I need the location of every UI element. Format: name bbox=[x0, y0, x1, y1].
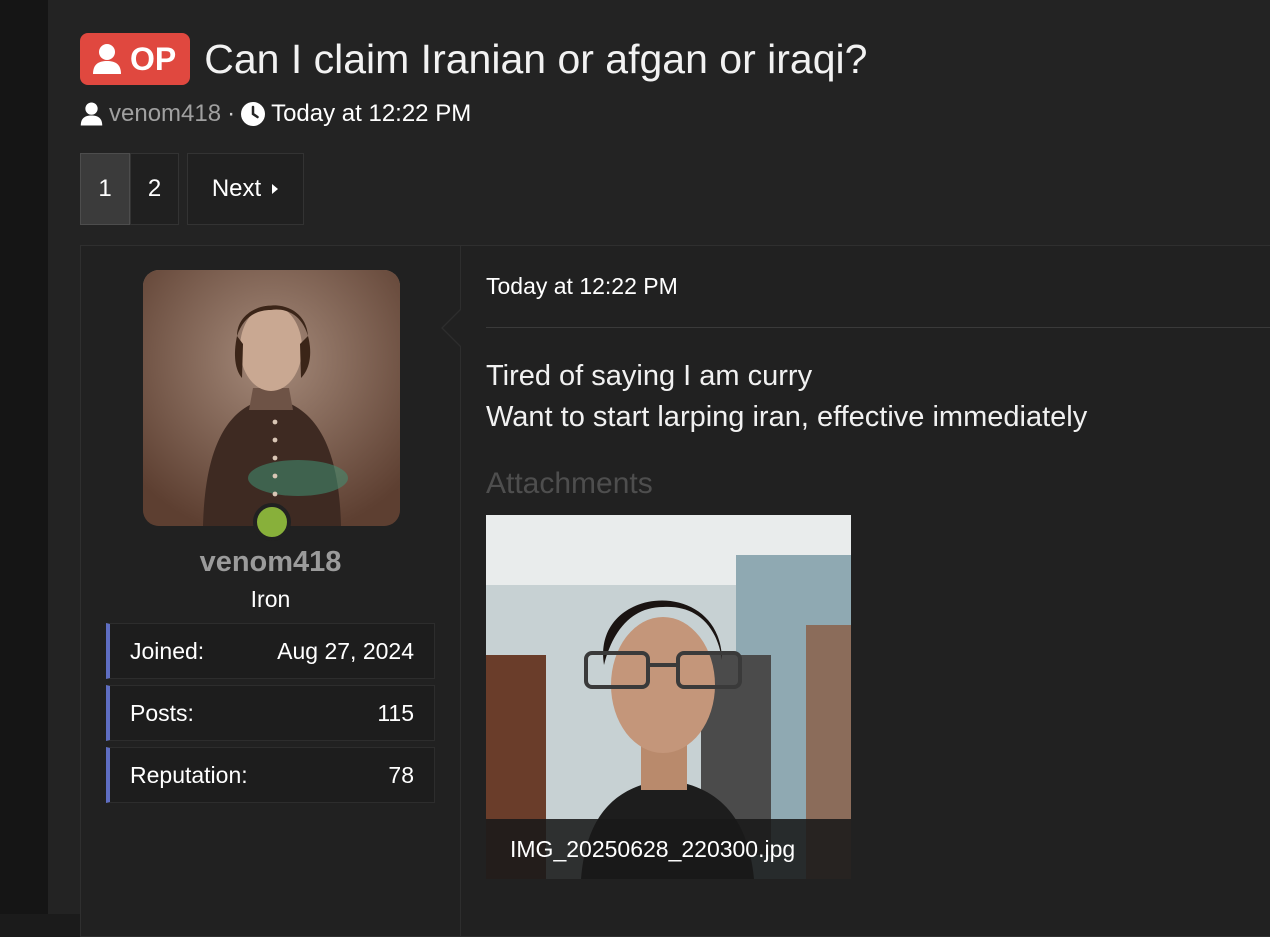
post-divider bbox=[486, 327, 1270, 328]
attachment-thumbnail[interactable]: IMG_20250628_220300.jpg bbox=[486, 515, 851, 879]
post-message: Today at 12:22 PM Tired of saying I am c… bbox=[441, 246, 1270, 936]
stat-value: 78 bbox=[388, 761, 414, 788]
pagination: 1 2 Next bbox=[80, 153, 304, 225]
attachment-filename: IMG_20250628_220300.jpg bbox=[486, 819, 851, 879]
thread-meta: venom418 · Today at 12:22 PM bbox=[80, 98, 471, 130]
avatar[interactable] bbox=[143, 270, 400, 526]
post: venom418 Iron Joined: Aug 27, 2024 Posts… bbox=[80, 245, 1270, 937]
user-rank: Iron bbox=[250, 586, 291, 612]
post-body-line: Tired of saying I am curry bbox=[486, 360, 813, 392]
stat-value: Aug 27, 2024 bbox=[277, 637, 414, 664]
stat-label: Posts: bbox=[130, 699, 194, 726]
attachments-heading: Attachments bbox=[486, 467, 653, 500]
stat-value[interactable]: 115 bbox=[377, 700, 414, 727]
avatar-image bbox=[143, 270, 400, 526]
thread-content: OP Can I claim Iranian or afgan or iraqi… bbox=[48, 0, 1270, 937]
meta-separator: · bbox=[227, 100, 236, 127]
stat-posts: Posts: 115 bbox=[106, 685, 435, 741]
stat-label: Joined: bbox=[130, 637, 205, 664]
thread-header: OP Can I claim Iranian or afgan or iraqi… bbox=[80, 33, 867, 85]
next-page-label: Next bbox=[211, 175, 262, 202]
post-user-info: venom418 Iron Joined: Aug 27, 2024 Posts… bbox=[81, 246, 461, 936]
message-arrow-inner bbox=[443, 310, 461, 346]
left-sidebar-strip bbox=[0, 0, 48, 914]
online-status-indicator bbox=[253, 503, 291, 541]
stat-reputation: Reputation: 78 bbox=[106, 747, 435, 803]
user-icon bbox=[80, 102, 103, 126]
op-badge-label: OP bbox=[130, 40, 177, 77]
caret-right-icon bbox=[272, 184, 279, 194]
stat-joined: Joined: Aug 27, 2024 bbox=[106, 623, 435, 679]
stat-label: Reputation: bbox=[130, 761, 248, 788]
op-badge: OP bbox=[80, 33, 191, 85]
page-button[interactable]: 2 bbox=[130, 153, 179, 225]
user-icon bbox=[93, 44, 121, 74]
thread-timestamp-link[interactable]: Today at 12:22 PM bbox=[271, 100, 471, 128]
post-username[interactable]: venom418 bbox=[81, 546, 460, 579]
post-timestamp-link[interactable]: Today at 12:22 PM bbox=[486, 273, 678, 300]
page-button-current[interactable]: 1 bbox=[80, 153, 130, 225]
thread-title: Can I claim Iranian or afgan or iraqi? bbox=[204, 36, 868, 82]
post-body: Tired of saying I am curry Want to start… bbox=[486, 356, 1087, 438]
next-page-button[interactable]: Next bbox=[187, 153, 304, 225]
post-body-line: Want to start larping iran, effective im… bbox=[486, 401, 1088, 433]
clock-icon bbox=[241, 102, 266, 126]
thread-author-link[interactable]: venom418 bbox=[109, 100, 221, 128]
